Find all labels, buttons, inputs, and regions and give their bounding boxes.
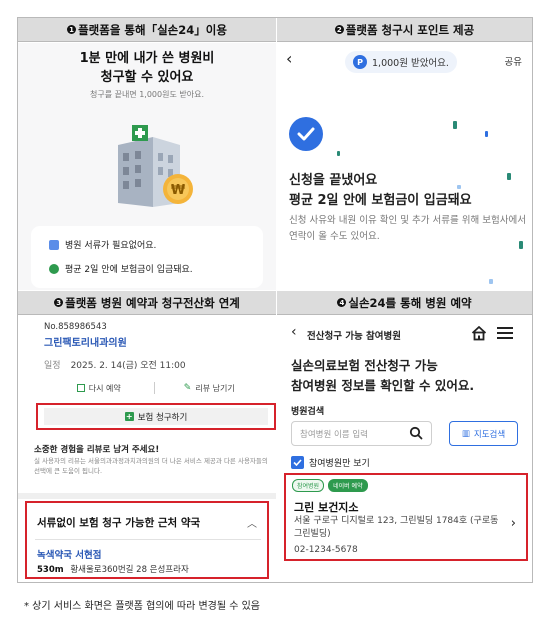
- pharmacy-address: 530m 황새울로360번길 28 은성프라자: [37, 563, 189, 575]
- hospital-highlight-box[interactable]: 참여병원 네이버 예약 그린 보건지소 서울 구로구 디지털로 123, 그린빌…: [284, 473, 528, 561]
- benefit-row-1: 병원 서류가 필요없어요.: [49, 238, 156, 251]
- panel2-header-text: 플랫폼 청구시 포인트 제공: [345, 22, 475, 37]
- search-icon[interactable]: [409, 426, 423, 440]
- confetti-decoration: [337, 151, 340, 156]
- confetti-decoration: [489, 279, 493, 284]
- confetti-decoration: [485, 131, 488, 137]
- search-label: 병원검색: [291, 407, 325, 417]
- panel3-number: 3: [54, 298, 64, 307]
- hospital-phone: 02-1234-5678: [294, 545, 358, 555]
- done-description: 신청 사유와 내원 이유 확인 및 추가 서류를 위해 보험사에서 연락이 올 …: [289, 215, 526, 242]
- hospital-name: 그린 보건지소: [294, 501, 359, 514]
- check-circle-icon: [289, 117, 323, 151]
- checkbox-label: 참여병원만 보기: [309, 459, 370, 469]
- money-bag-icon: [49, 263, 59, 274]
- menu-icon[interactable]: [497, 327, 513, 339]
- figure-grid: 1 플랫폼을 통해「실손24」이용 2 플랫폼 청구시 포인트 제공 3 플랫폼…: [17, 17, 533, 583]
- hospital-search-input[interactable]: 참여병원 이름 입력: [291, 421, 432, 446]
- plus-icon: +: [124, 412, 134, 421]
- confetti-decoration: [507, 173, 511, 180]
- pencil-icon: ✎: [183, 383, 192, 393]
- tag-naver-booking: 네이버 예약: [328, 479, 368, 492]
- share-button[interactable]: 공유: [505, 54, 522, 68]
- benefit-text-2: 평균 2일 안에 보험금이 입금돼요.: [65, 265, 193, 275]
- hospital-building-icon: ₩: [118, 125, 193, 207]
- pharmacy-distance: 530m: [37, 565, 64, 575]
- chevron-up-icon[interactable]: ︿: [247, 515, 257, 530]
- map-icon: ▥: [461, 428, 470, 439]
- review-label: 리뷰 남기기: [195, 383, 235, 393]
- benefit-text-1: 병원 서류가 필요없어요.: [65, 241, 157, 251]
- back-icon[interactable]: ‹: [286, 49, 292, 68]
- review-prompt-title: 소중한 경험을 리뷰로 남겨 주세요!: [34, 445, 160, 455]
- rebook-label: 다시 예약: [88, 383, 121, 393]
- pharmacy-name[interactable]: 녹색약국 서현점: [37, 547, 102, 561]
- panel2-header: 2 플랫폼 청구시 포인트 제공: [277, 18, 532, 42]
- headline-line2: 참여병원 정보를 확인할 수 있어요.: [291, 378, 475, 393]
- date-value: 2025. 2. 14(금) 오전 11:00: [70, 361, 186, 371]
- panel1-title-line2: 청구할 수 있어요: [100, 70, 194, 85]
- pharmacy-section-title: 서류없이 보험 청구 가능한 근처 약국: [37, 517, 201, 529]
- section-divider: [18, 493, 276, 499]
- panel3-screen: No.858986543 그린팩토리내과의원 일정 2025. 2. 14(금)…: [18, 316, 276, 582]
- pharmacy-highlight-box: 서류없이 보험 청구 가능한 근처 약국 ︿ 녹색약국 서현점 530m 황새울…: [25, 501, 269, 579]
- date-label: 일정: [44, 361, 61, 371]
- panel4-number: 4: [337, 298, 347, 307]
- tag-participating: 참여병원: [292, 479, 325, 492]
- panel3-header-text: 플랫폼 병원 예약과 청구전산화 연계: [65, 295, 240, 310]
- panel1-title: 1분 만에 내가 쓴 병원비 청구할 수 있어요: [18, 49, 276, 87]
- panel1-title-line1: 1분 만에 내가 쓴 병원비: [79, 51, 215, 66]
- chevron-right-icon[interactable]: ›: [511, 516, 516, 531]
- claim-button[interactable]: + 보험 청구하기: [44, 408, 268, 425]
- review-prompt-text: 실 사용자의 리뷰는 서울의과과정과치과의원의 더 나은 서비스 제공과 다른 …: [34, 457, 268, 475]
- svg-text:₩: ₩: [171, 183, 186, 198]
- panel1-header: 1 플랫폼을 통해「실손24」이용: [18, 18, 276, 42]
- panel4-header-text: 실손24를 통해 병원 예약: [348, 295, 472, 310]
- headline-line1: 실손의료보험 전산청구 가능: [291, 358, 438, 373]
- panel1-number: 1: [67, 25, 77, 34]
- map-search-button[interactable]: ▥ 지도검색: [449, 421, 518, 446]
- rebook-button[interactable]: 다시 예약: [44, 380, 154, 396]
- point-icon: P: [353, 55, 367, 69]
- pharmacy-address-text: 황새울로360번길 28 은성프라자: [70, 565, 189, 575]
- hospital-tags: 참여병원 네이버 예약: [292, 479, 368, 492]
- search-placeholder: 참여병원 이름 입력: [300, 429, 368, 440]
- divider: [35, 539, 261, 540]
- appointment-date: 일정 2025. 2. 14(금) 오전 11:00: [44, 358, 186, 371]
- order-number: No.858986543: [44, 322, 107, 332]
- panel1-screen: 1분 만에 내가 쓴 병원비 청구할 수 있어요 청구를 끝내면 1,000원도…: [18, 43, 276, 290]
- panel2-screen: ‹ P 1,000원 받았어요. 공유 신청을 끝냈어요 평균 2일 안에 보험…: [277, 43, 532, 290]
- checkbox-checked-icon[interactable]: [291, 456, 304, 469]
- clinic-name[interactable]: 그린팩토리내과의원: [44, 334, 127, 349]
- panel1-subtitle: 청구를 끝내면 1,000원도 받아요.: [89, 90, 205, 99]
- calendar-icon: [76, 384, 85, 392]
- review-button[interactable]: ✎ 리뷰 남기기: [155, 380, 265, 396]
- map-search-label: 지도검색: [473, 429, 506, 440]
- home-icon[interactable]: [471, 325, 487, 341]
- participating-only-checkbox[interactable]: 참여병원만 보기: [291, 456, 370, 469]
- confetti-decoration: [453, 121, 457, 129]
- done-title: 신청을 끝냈어요: [289, 173, 378, 188]
- footnote: * 상기 서비스 화면은 플랫폼 협의에 따라 변경될 수 있음: [24, 601, 261, 612]
- panel1-header-text: 플랫폼을 통해「실손24」이용: [78, 22, 227, 37]
- hospital-address: 서울 구로구 디지털로 123, 그린빌딩 1784호 (구로동 그린빌딩): [294, 516, 499, 539]
- done-subtitle: 평균 2일 안에 보험금이 입금돼요: [289, 193, 472, 208]
- point-toast: P 1,000원 받았어요.: [345, 51, 457, 73]
- point-toast-text: 1,000원 받았어요.: [372, 58, 449, 69]
- panel4-screen: ‹ 전산청구 가능 참여병원 실손의료보험 전산청구 가능 참여병원 정보를 확…: [277, 316, 532, 582]
- benefit-row-2: 평균 2일 안에 보험금이 입금돼요.: [49, 262, 193, 275]
- panel3-header: 3 플랫폼 병원 예약과 청구전산화 연계: [18, 291, 276, 315]
- claim-highlight-box: + 보험 청구하기: [36, 403, 276, 430]
- headline: 실손의료보험 전산청구 가능 참여병원 정보를 확인할 수 있어요.: [291, 356, 474, 396]
- panel4-header: 4 실손24를 통해 병원 예약: [277, 291, 532, 315]
- panel2-number: 2: [334, 25, 344, 34]
- page-title: 전산청구 가능 참여병원: [307, 331, 402, 342]
- panel1-benefit-card: 병원 서류가 필요없어요. 평균 2일 안에 보험금이 입금돼요.: [31, 226, 263, 288]
- back-icon[interactable]: ‹: [291, 324, 297, 340]
- claim-label: 보험 청구하기: [137, 412, 188, 423]
- document-icon: [49, 239, 59, 250]
- appointment-actions: 다시 예약 ✎ 리뷰 남기기: [44, 380, 264, 396]
